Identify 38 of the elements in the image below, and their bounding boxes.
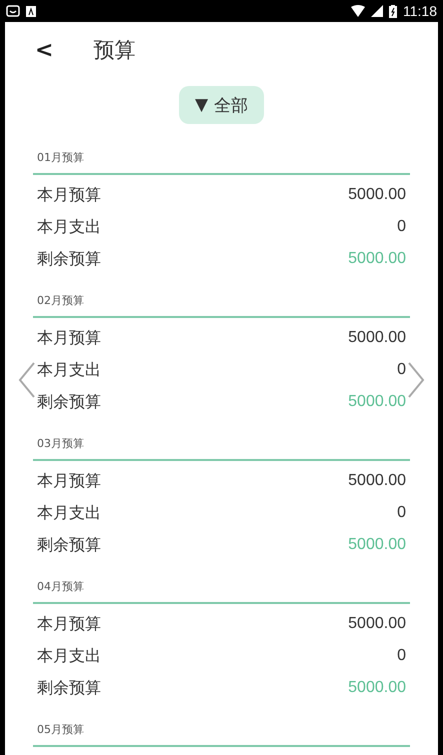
row-label: 剩余预算 (37, 678, 101, 698)
row-value: 0 (397, 504, 406, 522)
row-value: 5000.00 (348, 679, 406, 697)
month-label: 02月预算 (36, 293, 85, 309)
row-label: 本月支出 (37, 646, 101, 666)
row-value: 5000.00 (348, 250, 406, 268)
signal-icon (371, 5, 383, 17)
row-label: 本月支出 (37, 360, 101, 380)
row-value: 5000.00 (348, 615, 406, 633)
row-label: 本月预算 (37, 184, 101, 206)
filter-dropdown[interactable]: ▼ 全部 (178, 86, 264, 124)
row-label: 剩余预算 (37, 392, 101, 412)
row-label: 本月预算 (37, 614, 101, 634)
row-label: 本月支出 (37, 502, 101, 524)
row-label: 本月预算 (37, 470, 101, 492)
row-value: 5000.00 (348, 536, 406, 554)
month-label: 05月预算 (36, 722, 85, 738)
row-label: 本月预算 (37, 328, 101, 348)
row-value: 5000.00 (348, 329, 406, 347)
row-value: 0 (397, 218, 406, 236)
wifi-icon (351, 5, 365, 17)
row-value: 0 (397, 361, 406, 379)
row-label: 本月支出 (37, 216, 101, 238)
month-label: 01月预算 (36, 150, 85, 166)
row-value: 5000.00 (348, 472, 406, 490)
row-label: 剩余预算 (37, 248, 101, 270)
row-label: 剩余预算 (37, 534, 101, 556)
notification-icon (6, 5, 20, 17)
notification-icon (26, 6, 36, 16)
month-label: 04月预算 (36, 579, 85, 595)
back-button[interactable]: < (35, 38, 54, 62)
row-value: 0 (397, 647, 406, 665)
month-label: 03月预算 (36, 436, 85, 452)
battery-icon (389, 4, 397, 18)
row-value: 5000.00 (348, 186, 406, 204)
row-value: 5000.00 (348, 393, 406, 411)
page-title: 预算 (93, 37, 136, 64)
status-time: 11:18 (403, 3, 437, 19)
